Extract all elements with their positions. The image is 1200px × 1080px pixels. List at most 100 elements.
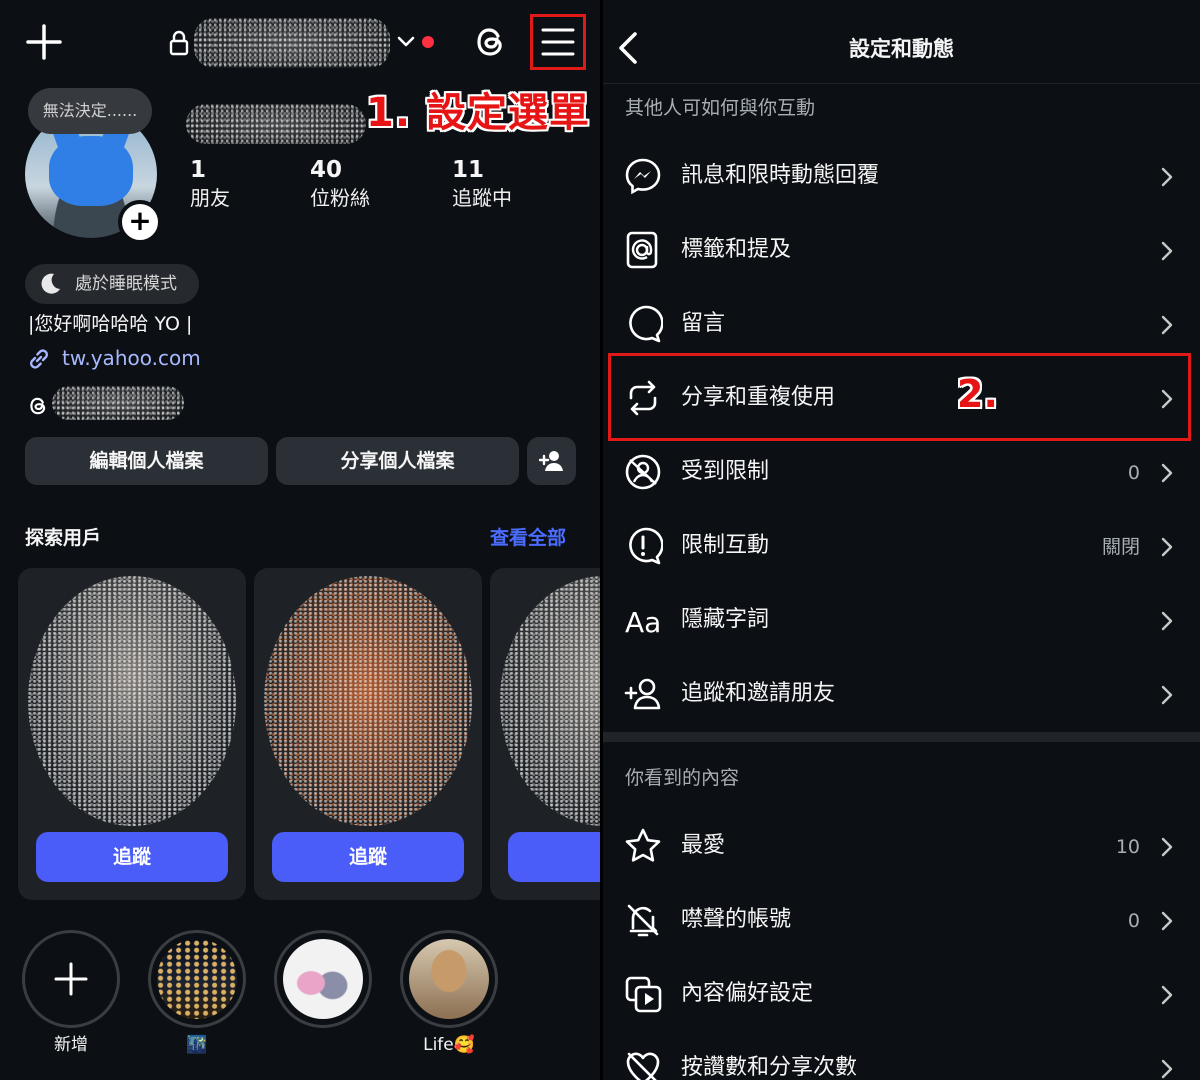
settings-row-label: 最愛 (681, 833, 726, 858)
like-count-icon (626, 1052, 660, 1080)
hidden-words-icon: Aa (625, 606, 661, 639)
display-name-obscured (186, 104, 366, 144)
sleep-mode-chip[interactable]: 處於睡眠模式 (25, 264, 199, 304)
stat-number: 40 (310, 157, 343, 183)
chevron-right-icon (1161, 1059, 1173, 1079)
stat-friends[interactable]: 1 朋友 (190, 156, 230, 212)
settings-row-hidden-words[interactable]: Aa 隱藏字詞 (603, 584, 1200, 658)
threads-icon[interactable] (470, 22, 510, 62)
highlight-new[interactable]: 新增 (22, 930, 120, 1056)
settings-row-comments[interactable]: 留言 (603, 288, 1200, 362)
highlight-item[interactable]: Life🥰 (400, 930, 498, 1056)
add-person-icon (624, 678, 661, 710)
settings-row-label: 留言 (681, 311, 726, 336)
settings-row-follow-invite[interactable]: 追蹤和邀請朋友 (603, 658, 1200, 732)
profile-screen: 1. 設定選單 無法決定...... + 1 朋友 40 位粉絲 11 追蹤中 … (0, 0, 603, 1080)
threads-handle-obscured[interactable] (52, 386, 184, 420)
section-header-content: 你看到的內容 (625, 767, 740, 789)
chevron-right-icon (1161, 167, 1173, 187)
stat-label: 位粉絲 (310, 186, 370, 210)
settings-row-label: 按讚數和分享次數 (681, 1055, 858, 1080)
settings-row-value: 10 (1115, 836, 1140, 858)
username-obscured[interactable] (194, 18, 390, 68)
chevron-down-icon[interactable] (396, 34, 416, 50)
messenger-icon (625, 158, 661, 195)
chevron-right-icon (1161, 837, 1173, 857)
annotation-step2: 2. (957, 372, 998, 416)
chevron-right-icon (1161, 463, 1173, 483)
settings-row-like-counts[interactable]: 按讚數和分享次數 (603, 1032, 1200, 1080)
follow-button[interactable]: 追蹤 (36, 832, 228, 882)
create-plus-icon[interactable] (26, 24, 62, 60)
share-profile-button[interactable]: 分享個人檔案 (276, 437, 519, 485)
settings-row-messages[interactable]: 訊息和限時動態回覆 (603, 140, 1200, 214)
settings-screen: 設定和動態 其他人可如何與你互動 訊息和限時動態回覆 標籤和提及 留言 分享和重… (603, 0, 1200, 1080)
settings-title: 設定和動態 (849, 37, 954, 61)
muted-bell-icon (627, 904, 659, 937)
settings-row-limit-interactions[interactable]: 限制互動 關閉 (603, 510, 1200, 584)
chevron-right-icon (1161, 611, 1173, 631)
section-header-interactions: 其他人可如何與你互動 (625, 97, 816, 119)
highlight-item[interactable]: 🌃 (148, 930, 246, 1056)
star-icon (625, 828, 661, 862)
suggestion-avatar-obscured (264, 576, 472, 826)
lock-icon (169, 30, 189, 56)
suggestion-card[interactable]: 追 (490, 568, 603, 900)
plus-icon (54, 962, 88, 996)
add-story-button[interactable]: + (118, 200, 162, 244)
content-preferences-icon (625, 976, 662, 1013)
menu-button[interactable] (530, 14, 586, 70)
highlight-label: 新增 (54, 1035, 88, 1055)
highlight-label: 🌃 (186, 1035, 208, 1055)
stat-following[interactable]: 11 追蹤中 (452, 156, 512, 212)
settings-row-muted-accounts[interactable]: 噤聲的帳號 0 (603, 884, 1200, 958)
discover-people-title: 探索用戶 (25, 527, 102, 549)
settings-row-label: 標籤和提及 (681, 237, 792, 262)
suggestion-avatar-obscured (500, 576, 603, 826)
restricted-icon (625, 454, 661, 490)
settings-row-tags[interactable]: 標籤和提及 (603, 214, 1200, 288)
chevron-right-icon (1161, 985, 1173, 1005)
profile-link[interactable]: tw.yahoo.com (62, 344, 201, 372)
settings-row-value: 關閉 (1101, 536, 1140, 558)
svg-text:Aa: Aa (625, 606, 661, 639)
moon-icon (41, 273, 60, 294)
follow-button[interactable]: 追 (508, 832, 603, 882)
hamburger-menu-icon (541, 28, 575, 56)
chevron-right-icon (1161, 911, 1173, 931)
settings-row-label: 內容偏好設定 (681, 981, 814, 1006)
section-separator (603, 732, 1200, 742)
chevron-right-icon (1161, 315, 1173, 335)
settings-row-value: 0 (1127, 462, 1140, 484)
suggestion-card[interactable]: 追蹤 (254, 568, 482, 900)
settings-row-favorites[interactable]: 最愛 10 (603, 810, 1200, 884)
at-sign-icon (626, 231, 658, 269)
suggestion-card[interactable]: 追蹤 (18, 568, 246, 900)
follow-button[interactable]: 追蹤 (272, 832, 464, 882)
chevron-right-icon (1161, 241, 1173, 261)
annotation-step1: 1. 設定選單 (366, 90, 590, 136)
edit-profile-button[interactable]: 編輯個人檔案 (25, 437, 268, 485)
highlight-cover-phones (283, 939, 363, 1019)
settings-row-label: 隱藏字詞 (681, 607, 770, 632)
comment-icon (629, 305, 663, 343)
settings-row-label: 受到限制 (681, 459, 770, 484)
stat-label: 追蹤中 (452, 186, 512, 210)
chevron-right-icon (1161, 537, 1173, 557)
settings-row-content-preferences[interactable]: 內容偏好設定 (603, 958, 1200, 1032)
discover-people-button[interactable] (527, 437, 576, 485)
note-bubble[interactable]: 無法決定...... (28, 88, 152, 134)
suggestion-avatar-obscured (28, 576, 236, 826)
stat-followers[interactable]: 40 位粉絲 (310, 156, 370, 212)
settings-row-label: 噤聲的帳號 (681, 907, 792, 932)
highlight-label: Life🥰 (423, 1035, 475, 1055)
highlight-item[interactable] (274, 930, 372, 1034)
highlight-cover-alpaca (409, 939, 489, 1019)
stat-number: 1 (190, 157, 207, 183)
threads-small-icon[interactable] (26, 394, 50, 418)
see-all-link[interactable]: 查看全部 (490, 524, 566, 552)
bio-text: |您好啊哈哈哈 YO | (28, 313, 193, 335)
link-icon (30, 349, 48, 369)
notification-dot (422, 36, 434, 48)
settings-row-restricted[interactable]: 受到限制 0 (603, 436, 1200, 510)
